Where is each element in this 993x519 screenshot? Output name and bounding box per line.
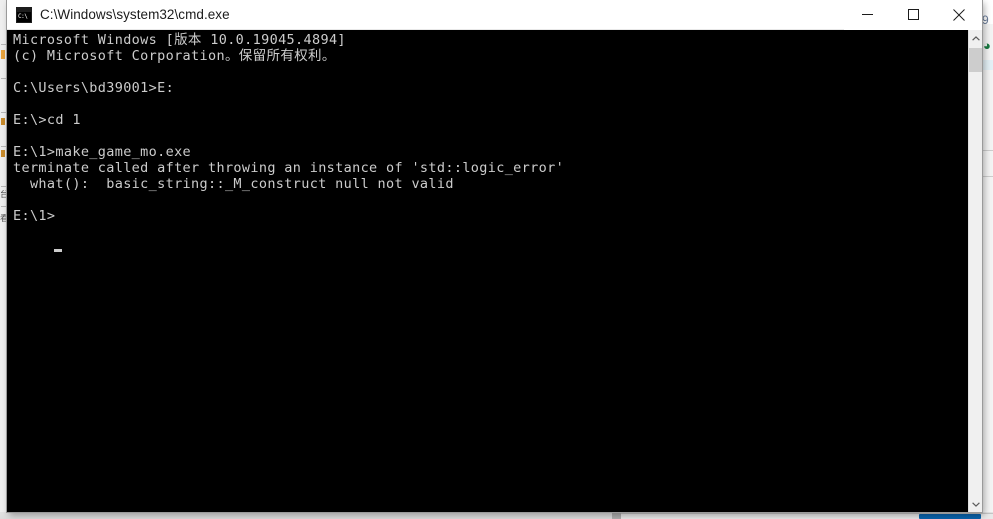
console-scrollbar[interactable] [968,30,982,512]
background-primary-button[interactable] [919,514,981,519]
title-bar[interactable]: C:\ C:\Windows\system32\cmd.exe [7,0,982,30]
window-controls [844,0,982,30]
window-title: C:\Windows\system32\cmd.exe [40,7,230,22]
cmd-icon-glyph: C:\ [17,11,31,22]
scroll-up-arrow-icon[interactable] [969,30,982,46]
background-right-green-icon: ◕ [983,38,991,53]
close-button[interactable] [936,0,982,30]
scroll-down-arrow-icon[interactable] [969,496,982,512]
console-text: Microsoft Windows [版本 10.0.19045.4894] (… [13,32,565,224]
scrollbar-thumb[interactable] [969,48,982,72]
background-right-panel[interactable] [982,0,993,519]
background-right-highlight [982,60,993,70]
cmd-console-icon: C:\ [16,6,32,23]
background-splitter-handle[interactable] [612,512,621,519]
cmd-window[interactable]: C:\ C:\Windows\system32\cmd.exe Microsof… [7,0,982,512]
console-output-area[interactable]: Microsoft Windows [版本 10.0.19045.4894] (… [7,30,968,512]
minimize-button[interactable] [844,0,890,30]
console-cursor [54,249,62,252]
background-right-badge: 9 [982,13,989,27]
maximize-button[interactable] [890,0,936,30]
